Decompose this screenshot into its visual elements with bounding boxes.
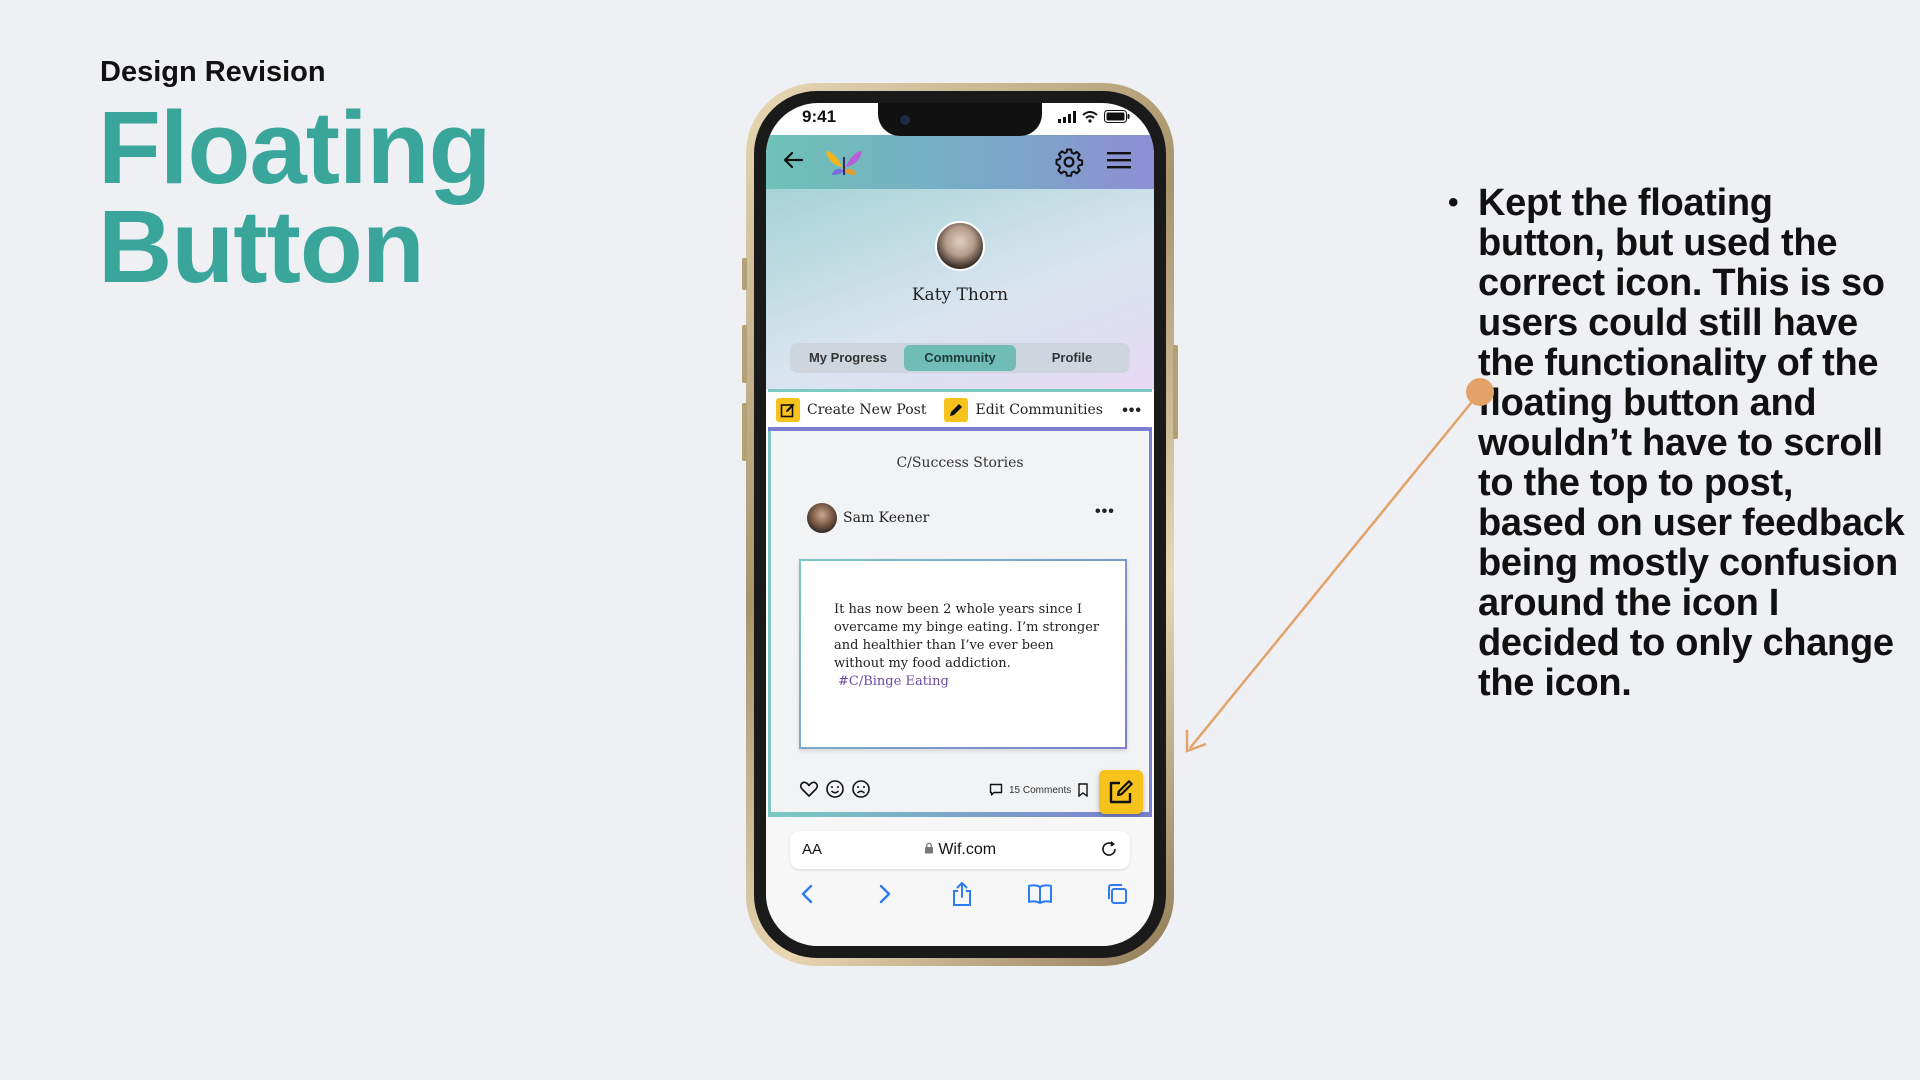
- battery-icon: [1104, 110, 1130, 123]
- wif-butterfly-logo[interactable]: [824, 145, 864, 179]
- comments-count: 15 Comments: [1009, 784, 1072, 796]
- tabs-icon: [1108, 884, 1127, 904]
- community-name[interactable]: C/Success Stories: [771, 455, 1149, 471]
- status-time: 9:41: [802, 107, 837, 126]
- edit-square-icon: [1109, 780, 1133, 804]
- notch: [878, 103, 1042, 136]
- bullet-dot: •: [1448, 186, 1459, 219]
- side-button-volume-up: [742, 325, 747, 383]
- slide-title: Floating Button: [98, 90, 491, 304]
- post-body-text: It has now been 2 whole years since I ov…: [834, 602, 1100, 671]
- browser-toolbar: [792, 879, 1132, 909]
- tabs-button[interactable]: [1102, 879, 1132, 909]
- gear-icon[interactable]: [1054, 147, 1084, 177]
- sad-face-icon[interactable]: [851, 779, 871, 799]
- profile-avatar[interactable]: [935, 221, 985, 271]
- post-card[interactable]: It has now been 2 whole years since I ov…: [799, 559, 1127, 749]
- side-button-volume-down: [742, 403, 747, 461]
- post-more-options-icon[interactable]: •••: [1095, 503, 1115, 521]
- browser-forward-button[interactable]: [870, 879, 900, 909]
- post-hashtag[interactable]: #C/Binge Eating: [838, 673, 1104, 691]
- post-body: It has now been 2 whole years since I ov…: [834, 601, 1104, 691]
- signal-icon: [1058, 110, 1076, 123]
- community-action-bar: Create New Post Edit Communities •••: [768, 389, 1152, 431]
- tab-profile[interactable]: Profile: [1016, 345, 1128, 371]
- more-options-icon[interactable]: •••: [1122, 402, 1142, 420]
- wifi-icon: [1082, 110, 1098, 123]
- heart-icon[interactable]: [799, 779, 819, 799]
- bullet-text: Kept the floating button, but used the c…: [1478, 182, 1905, 704]
- reload-icon[interactable]: [1100, 840, 1118, 858]
- slide-subtitle: Design Revision: [100, 56, 326, 88]
- book-icon: [1027, 884, 1052, 904]
- post-author[interactable]: Sam Keener: [807, 503, 929, 533]
- url-text: Wif.com: [938, 841, 997, 858]
- community-feed: C/Success Stories Sam Keener ••• It has …: [768, 431, 1152, 817]
- bullet-item: • Kept the floating button, but used the…: [1448, 182, 1908, 704]
- tab-community[interactable]: Community: [904, 345, 1016, 371]
- author-avatar: [807, 503, 837, 533]
- phone-mockup: 9:41 Katy Thorn My Progress Community Pr…: [742, 83, 1178, 966]
- floating-create-post-button[interactable]: [1099, 770, 1143, 814]
- profile-tabs: My Progress Community Profile: [790, 343, 1130, 373]
- side-button-silent: [742, 258, 747, 290]
- profile-header: Katy Thorn My Progress Community Profile: [766, 189, 1154, 389]
- edit-communities-button[interactable]: Edit Communities: [944, 397, 1103, 422]
- comments-link[interactable]: 15 Comments: [989, 783, 1089, 797]
- chevron-left-icon: [801, 884, 813, 904]
- edit-communities-label: Edit Communities: [975, 401, 1103, 418]
- browser-chrome: AA Wif.com: [766, 817, 1154, 946]
- phone-screen: 9:41 Katy Thorn My Progress Community Pr…: [766, 103, 1154, 946]
- reaction-icons: [799, 779, 871, 799]
- author-name: Sam Keener: [843, 510, 930, 526]
- back-arrow-icon[interactable]: [782, 149, 804, 171]
- profile-name: Katy Thorn: [911, 285, 1009, 305]
- share-icon: [953, 882, 971, 906]
- side-button-power: [1173, 345, 1178, 439]
- url-display: Wif.com: [790, 841, 1130, 859]
- share-button[interactable]: [947, 879, 977, 909]
- browser-back-button[interactable]: [792, 879, 822, 909]
- create-new-post-label: Create New Post: [807, 401, 927, 418]
- chevron-right-icon: [879, 884, 890, 904]
- bookmarks-button[interactable]: [1025, 879, 1055, 909]
- hamburger-menu-icon[interactable]: [1106, 149, 1132, 171]
- address-bar[interactable]: AA Wif.com: [790, 831, 1130, 869]
- comment-icon: [989, 783, 1003, 796]
- lock-icon: [924, 842, 933, 854]
- pencil-icon: [944, 397, 969, 422]
- create-new-post-button[interactable]: Create New Post: [776, 397, 927, 422]
- smile-icon[interactable]: [825, 779, 845, 799]
- app-header: [766, 135, 1154, 189]
- edit-square-icon: [776, 397, 800, 422]
- status-icons: [1058, 110, 1130, 123]
- post-footer: 15 Comments: [799, 779, 1139, 803]
- bookmark-icon[interactable]: [1077, 783, 1089, 797]
- tab-my-progress[interactable]: My Progress: [792, 345, 904, 371]
